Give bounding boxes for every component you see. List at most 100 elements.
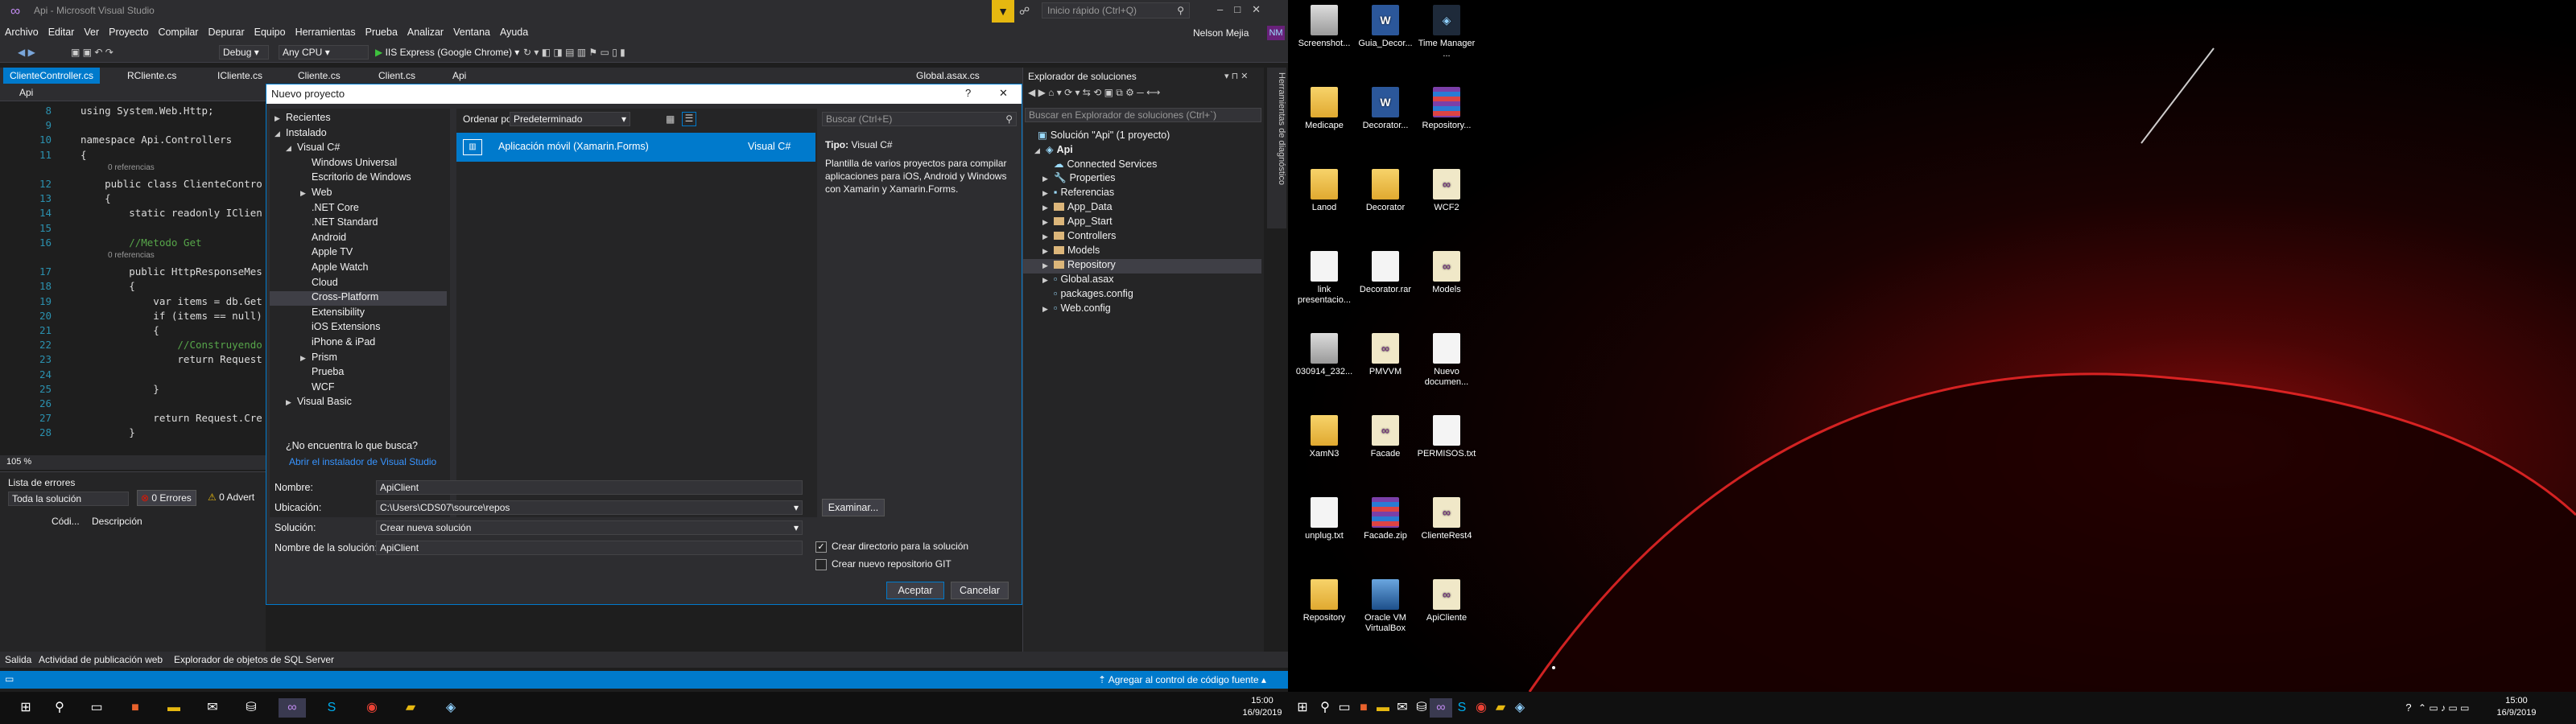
chrome-icon[interactable]: ◉ bbox=[1472, 698, 1491, 718]
expand-arrow-icon[interactable]: ▶ bbox=[1042, 189, 1054, 198]
open-installer-link[interactable]: Abrir el instalador de Visual Studio bbox=[289, 456, 436, 467]
list-view-icon[interactable]: ☰ bbox=[682, 112, 696, 126]
expand-arrow-icon[interactable]: ▶ bbox=[1042, 276, 1054, 285]
mail-icon[interactable]: ✉ bbox=[1393, 698, 1412, 718]
menu-item[interactable]: Compilar bbox=[153, 23, 203, 38]
desktop-icon[interactable]: XamN3 bbox=[1294, 415, 1354, 459]
document-tab[interactable]: RCliente.cs bbox=[121, 68, 183, 84]
solution-tree-item[interactable]: ▶ Repository bbox=[1023, 259, 1261, 274]
tree-item[interactable]: .NET Standard bbox=[270, 216, 447, 231]
template-search-input[interactable]: Buscar (Ctrl+E) ⚲ bbox=[822, 112, 1017, 126]
col-code[interactable]: Códi... bbox=[52, 516, 80, 527]
solution-tree-item[interactable]: ▶ ▪ Referencias bbox=[1023, 187, 1261, 201]
create-dir-checkbox[interactable]: ✓ bbox=[815, 541, 827, 553]
solution-name-input[interactable]: ApiClient bbox=[376, 541, 803, 555]
menu-item[interactable]: Ver bbox=[79, 23, 104, 38]
menu-item[interactable]: Equipo bbox=[250, 23, 291, 38]
desktop-icon[interactable]: Screenshot... bbox=[1294, 5, 1354, 49]
tree-item[interactable]: ◢ Instalado bbox=[270, 127, 447, 142]
menu-item[interactable]: Herramientas bbox=[291, 23, 361, 38]
expand-arrow-icon[interactable]: ▶ bbox=[300, 354, 312, 363]
sort-select[interactable]: Predeterminado ▾ bbox=[510, 112, 630, 126]
desktop-icon[interactable]: Nuevo documen... bbox=[1417, 333, 1476, 388]
solution-search-input[interactable]: Buscar en Explorador de soluciones (Ctrl… bbox=[1025, 108, 1261, 122]
start-icon[interactable]: ⊞ bbox=[1293, 698, 1312, 718]
feedback-icon[interactable]: ☍ bbox=[1019, 5, 1030, 18]
tree-item[interactable]: ▶ Prism bbox=[270, 352, 447, 366]
solution-tree-item[interactable]: ▶ Controllers bbox=[1023, 230, 1261, 245]
tree-item[interactable]: iOS Extensions bbox=[270, 321, 447, 335]
desktop-icon[interactable]: Repository... bbox=[1417, 87, 1476, 131]
solution-tree-item[interactable]: ▶ ▫ Web.config bbox=[1023, 302, 1261, 317]
store-icon[interactable]: ⛁ bbox=[1412, 698, 1431, 718]
create-git-checkbox[interactable] bbox=[815, 559, 827, 570]
config-select[interactable]: Debug ▾ bbox=[219, 45, 269, 60]
desktop-icon[interactable]: ∞ PMVVM bbox=[1356, 333, 1415, 377]
menu-item[interactable]: Prueba bbox=[361, 23, 402, 38]
menu-item[interactable]: Proyecto bbox=[104, 23, 153, 38]
solution-tree-item[interactable]: ☁ Connected Services bbox=[1023, 158, 1261, 172]
run-button[interactable]: ▶ IIS Express (Google Chrome) ▾ bbox=[375, 47, 519, 60]
tree-item[interactable]: Android bbox=[270, 232, 447, 246]
desktop-icon[interactable]: ∞ Facade bbox=[1356, 415, 1415, 459]
bottom-tab[interactable]: Explorador de objetos de SQL Server bbox=[174, 654, 334, 665]
solution-select[interactable]: Crear nueva solución ▾ bbox=[376, 520, 803, 535]
explorer-icon[interactable]: ▬ bbox=[164, 698, 184, 718]
pin-icon[interactable]: ▾ ⊓ ✕ bbox=[1224, 71, 1248, 81]
document-tab[interactable]: Global.asax.cs bbox=[910, 68, 986, 84]
menu-item[interactable]: Depurar bbox=[203, 23, 249, 38]
expand-arrow-icon[interactable]: ▶ bbox=[300, 189, 312, 198]
toolbar-icons[interactable]: ↻ ▾ ◧ ◨ ▤ ▥ ⚑ ▭ ▯ ▮ bbox=[523, 47, 625, 60]
expand-arrow-icon[interactable]: ◢ bbox=[1034, 146, 1046, 155]
expand-arrow-icon[interactable]: ▶ bbox=[1042, 218, 1054, 227]
col-description[interactable]: Descripción bbox=[92, 516, 142, 527]
solution-tree-item[interactable]: ▶ ▫ Global.asax bbox=[1023, 274, 1261, 288]
tree-item[interactable]: Apple TV bbox=[270, 246, 447, 261]
tree-item[interactable]: Escritorio de Windows bbox=[270, 171, 447, 186]
task-view-icon[interactable]: ▭ bbox=[87, 698, 106, 718]
expand-arrow-icon[interactable]: ▶ bbox=[1042, 204, 1054, 212]
tree-item[interactable]: ▶ Web bbox=[270, 187, 447, 201]
expand-arrow-icon[interactable]: ◢ bbox=[286, 144, 297, 153]
source-control-button[interactable]: ⇡ Agregar al control de código fuente ▴ bbox=[1098, 674, 1266, 685]
solution-tree-item[interactable]: ▣ Solución "Api" (1 proyecto) bbox=[1023, 129, 1261, 143]
desktop-icon[interactable]: unplug.txt bbox=[1294, 497, 1354, 541]
bottom-tab[interactable]: Actividad de publicación web bbox=[39, 654, 163, 665]
document-tab[interactable]: Api bbox=[446, 68, 473, 84]
back-icon[interactable]: ◀ ▶ bbox=[18, 47, 35, 60]
window-controls[interactable]: –□✕ bbox=[1217, 3, 1285, 19]
document-tab[interactable]: ICliente.cs bbox=[211, 68, 269, 84]
solution-tree-item[interactable]: ▶ App_Data bbox=[1023, 201, 1261, 216]
desktop-icon[interactable]: Oracle VM VirtualBox bbox=[1356, 579, 1415, 634]
code-editor[interactable]: 8 using System.Web.Http; 9 10 namespace Api.… bbox=[0, 101, 266, 455]
solution-tree-item[interactable]: ▶ Models bbox=[1023, 245, 1261, 259]
location-input[interactable]: C:\Users\CDS07\source\repos ▾ bbox=[376, 500, 803, 515]
ok-button[interactable]: Aceptar bbox=[886, 582, 944, 599]
platform-select[interactable]: Any CPU ▾ bbox=[279, 45, 369, 60]
expand-arrow-icon[interactable]: ◢ bbox=[275, 130, 286, 138]
mail-icon[interactable]: ✉ bbox=[203, 698, 222, 718]
document-tab[interactable]: Cliente.cs bbox=[291, 68, 347, 84]
tree-item[interactable]: Cross-Platform bbox=[270, 291, 447, 306]
desktop-icon[interactable]: link presentacio... bbox=[1294, 251, 1354, 306]
solution-tree-item[interactable]: ▶ App_Start bbox=[1023, 216, 1261, 230]
tree-item[interactable]: Windows Universal bbox=[270, 157, 447, 171]
tree-item[interactable]: Apple Watch bbox=[270, 261, 447, 276]
desktop-icon[interactable]: Repository bbox=[1294, 579, 1354, 623]
diagnostic-tools-tab[interactable]: Herramientas de diagnóstico bbox=[1267, 68, 1286, 228]
menu-item[interactable]: Archivo bbox=[0, 23, 43, 38]
app-icon[interactable]: ■ bbox=[1354, 698, 1373, 718]
skype-icon[interactable]: S bbox=[322, 698, 341, 718]
menu-item[interactable]: Editar bbox=[43, 23, 80, 38]
solution-tree-item[interactable]: ▶ 🔧 Properties bbox=[1023, 172, 1261, 187]
notifications-filter-icon[interactable]: ▼ bbox=[992, 0, 1014, 23]
scope-select[interactable]: Toda la solución bbox=[8, 492, 129, 506]
quick-launch-input[interactable]: Inicio rápido (Ctrl+Q) ⚲ bbox=[1042, 2, 1190, 19]
errors-filter-button[interactable]: ⊗ 0 Errores bbox=[137, 490, 196, 506]
expand-arrow-icon[interactable]: ▶ bbox=[1042, 247, 1054, 256]
tray-icons[interactable]: ? bbox=[2399, 698, 2418, 718]
grid-view-icon[interactable]: ▦ bbox=[666, 113, 675, 125]
solution-tree-item[interactable]: ◢ ◈ Api bbox=[1023, 143, 1261, 158]
browse-button[interactable]: Examinar... bbox=[822, 499, 885, 516]
bottom-tab[interactable]: Salida bbox=[5, 654, 31, 665]
